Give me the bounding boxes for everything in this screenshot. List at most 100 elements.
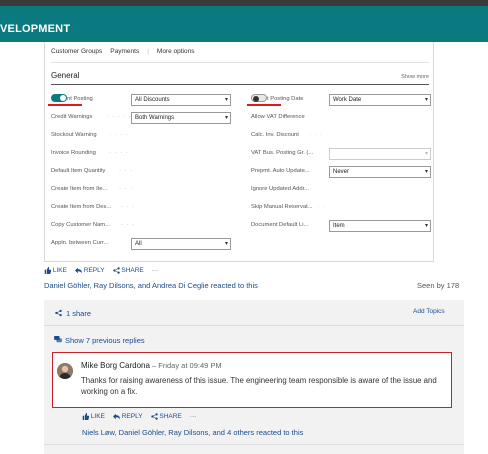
discount-posting-dropdown[interactable]: All Discounts ▾	[131, 94, 231, 106]
like-button[interactable]: LIKE	[82, 413, 105, 420]
field-label: Default Item Quantity	[51, 168, 106, 174]
embedded-screenshot-card: Customer Groups Payments | More options …	[44, 42, 434, 262]
tab-payments[interactable]: Payments	[110, 48, 147, 55]
seen-by-count[interactable]: Seen by 178	[417, 281, 459, 290]
thumbs-up-icon	[82, 413, 89, 420]
post-actions: LIKE REPLY SHARE ···	[44, 267, 158, 274]
posting-date-dropdown[interactable]: Work Date ▾	[329, 94, 431, 106]
chevron-down-icon: ▾	[424, 223, 428, 229]
reply-icon	[74, 267, 82, 274]
show-previous-replies-link[interactable]: Show 7 previous replies	[65, 336, 145, 345]
field-label: Prepmt. Auto Update...	[251, 168, 310, 174]
more-options-button[interactable]: ···	[152, 267, 159, 274]
chevron-down-icon: ▾	[424, 169, 428, 175]
show-more-link[interactable]: Show more	[401, 74, 429, 80]
credit-warnings-dropdown[interactable]: Both Warnings ▾	[131, 112, 231, 124]
add-topics-link[interactable]: Add Topics	[413, 308, 445, 315]
chevron-down-icon: ▾	[224, 241, 228, 247]
panel-divider	[44, 325, 464, 326]
field-label: Calc. Inv. Discount	[251, 132, 299, 138]
reply-label: REPLY	[83, 267, 105, 275]
highlighted-comment: Mike Borg Cardona – Friday at 09:49 PM T…	[52, 352, 452, 408]
field-label: Skip Manual Reservat...	[251, 204, 313, 210]
tab-customer-groups[interactable]: Customer Groups	[51, 48, 110, 55]
dropdown-value: All	[135, 241, 142, 247]
field-label: Invoice Rounding	[51, 150, 96, 156]
panel-divider	[44, 444, 464, 445]
comment-author-line: Mike Borg Cardona – Friday at 09:49 PM	[81, 361, 222, 370]
field-label: Credit Warnings	[51, 114, 93, 120]
share-icon	[150, 413, 158, 420]
field-dots: · · · ·	[109, 150, 129, 156]
field-label: Stockout Warning	[51, 132, 97, 138]
field-label: VAT Bus. Posting Gr. (...	[251, 150, 314, 156]
dropdown-value: Item	[333, 223, 345, 229]
field-dots: · · ·	[119, 186, 134, 192]
dropdown-value: All Discounts	[135, 97, 170, 103]
toggle-switch-on[interactable]	[51, 94, 67, 102]
annotation-underline	[247, 104, 281, 106]
share-label: SHARE	[121, 267, 144, 275]
tab-divider	[51, 62, 429, 63]
share-icon	[112, 267, 120, 274]
field-dots: · · ·	[119, 168, 134, 174]
field-label: Allow VAT Difference	[251, 114, 305, 120]
document-default-dropdown[interactable]: Item ▾	[329, 220, 431, 232]
comment-bubbles-icon	[54, 336, 62, 343]
vat-bus-posting-dropdown[interactable]: ▾	[329, 148, 431, 160]
comment-timestamp[interactable]: – Friday at 09:49 PM	[150, 361, 222, 370]
field-dots: · · ·	[121, 204, 136, 210]
app-header-title: VELOPMENT	[0, 23, 71, 35]
reply-icon	[112, 413, 120, 420]
field-label: Create Item from Des...	[51, 204, 112, 210]
reply-label: REPLY	[121, 413, 143, 421]
like-button[interactable]: LIKE	[44, 267, 67, 274]
section-title: General	[51, 71, 80, 80]
toggle-switch-off[interactable]	[251, 94, 267, 102]
share-count-link[interactable]: 1 share	[66, 309, 91, 318]
annotation-underline	[48, 104, 82, 106]
field-dots: · ·	[317, 204, 326, 210]
field-label: Ignore Updated Addr...	[251, 186, 310, 192]
tab-separator: |	[147, 48, 149, 55]
field-label: nt Posting	[67, 96, 93, 102]
chevron-down-icon: ▾	[224, 97, 228, 103]
comment-author[interactable]: Mike Borg Cardona	[81, 361, 150, 370]
chevron-down-icon: ▾	[224, 115, 228, 121]
tab-more-options[interactable]: More options	[157, 48, 203, 55]
share-icon	[55, 309, 62, 317]
reply-button[interactable]: REPLY	[74, 267, 105, 275]
field-dots: · · · ·	[109, 132, 129, 138]
thumbs-up-icon	[44, 267, 51, 274]
section-divider	[51, 84, 429, 85]
comment-actions: LIKE REPLY SHARE ···	[82, 413, 196, 420]
field-label: Document Default Li...	[251, 222, 309, 228]
field-label: Appln. between Curr...	[51, 240, 109, 246]
field-dots: · · · · ·	[107, 114, 133, 120]
more-options-button[interactable]: ···	[190, 413, 197, 420]
field-label: Copy Customer Nam...	[51, 222, 110, 228]
field-dots: · · ·	[121, 222, 136, 228]
reply-button[interactable]: REPLY	[112, 413, 143, 421]
avatar[interactable]	[57, 363, 73, 379]
share-button[interactable]: SHARE	[112, 267, 144, 275]
dropdown-value: Both Warnings	[135, 115, 175, 121]
field-label: t Posting Date	[267, 96, 304, 102]
dropdown-value: Work Date	[333, 97, 362, 103]
chevron-down-icon: ▾	[424, 151, 428, 157]
share-label: SHARE	[159, 413, 182, 421]
app-header-bar: VELOPMENT	[0, 6, 488, 42]
prepmt-auto-update-dropdown[interactable]: Never ▾	[329, 166, 431, 178]
reactions-summary[interactable]: Daniel Göhler, Ray Dilsons, and Andrea D…	[44, 281, 258, 290]
field-dots: · · ·	[309, 132, 324, 138]
like-label: LIKE	[90, 413, 105, 421]
user-photo-icon	[57, 363, 73, 379]
comment-body: Thanks for raising awareness of this iss…	[81, 376, 437, 396]
like-label: LIKE	[52, 267, 67, 275]
appln-currency-dropdown[interactable]: All ▾	[131, 238, 231, 250]
card-tabs: Customer Groups Payments | More options	[51, 48, 202, 55]
comment-reactions-summary[interactable]: Niels Løw, Daniel Göhler, Ray Dilsons, a…	[82, 428, 303, 437]
chevron-down-icon: ▾	[424, 97, 428, 103]
dropdown-value: Never	[333, 169, 350, 175]
share-button[interactable]: SHARE	[150, 413, 182, 421]
